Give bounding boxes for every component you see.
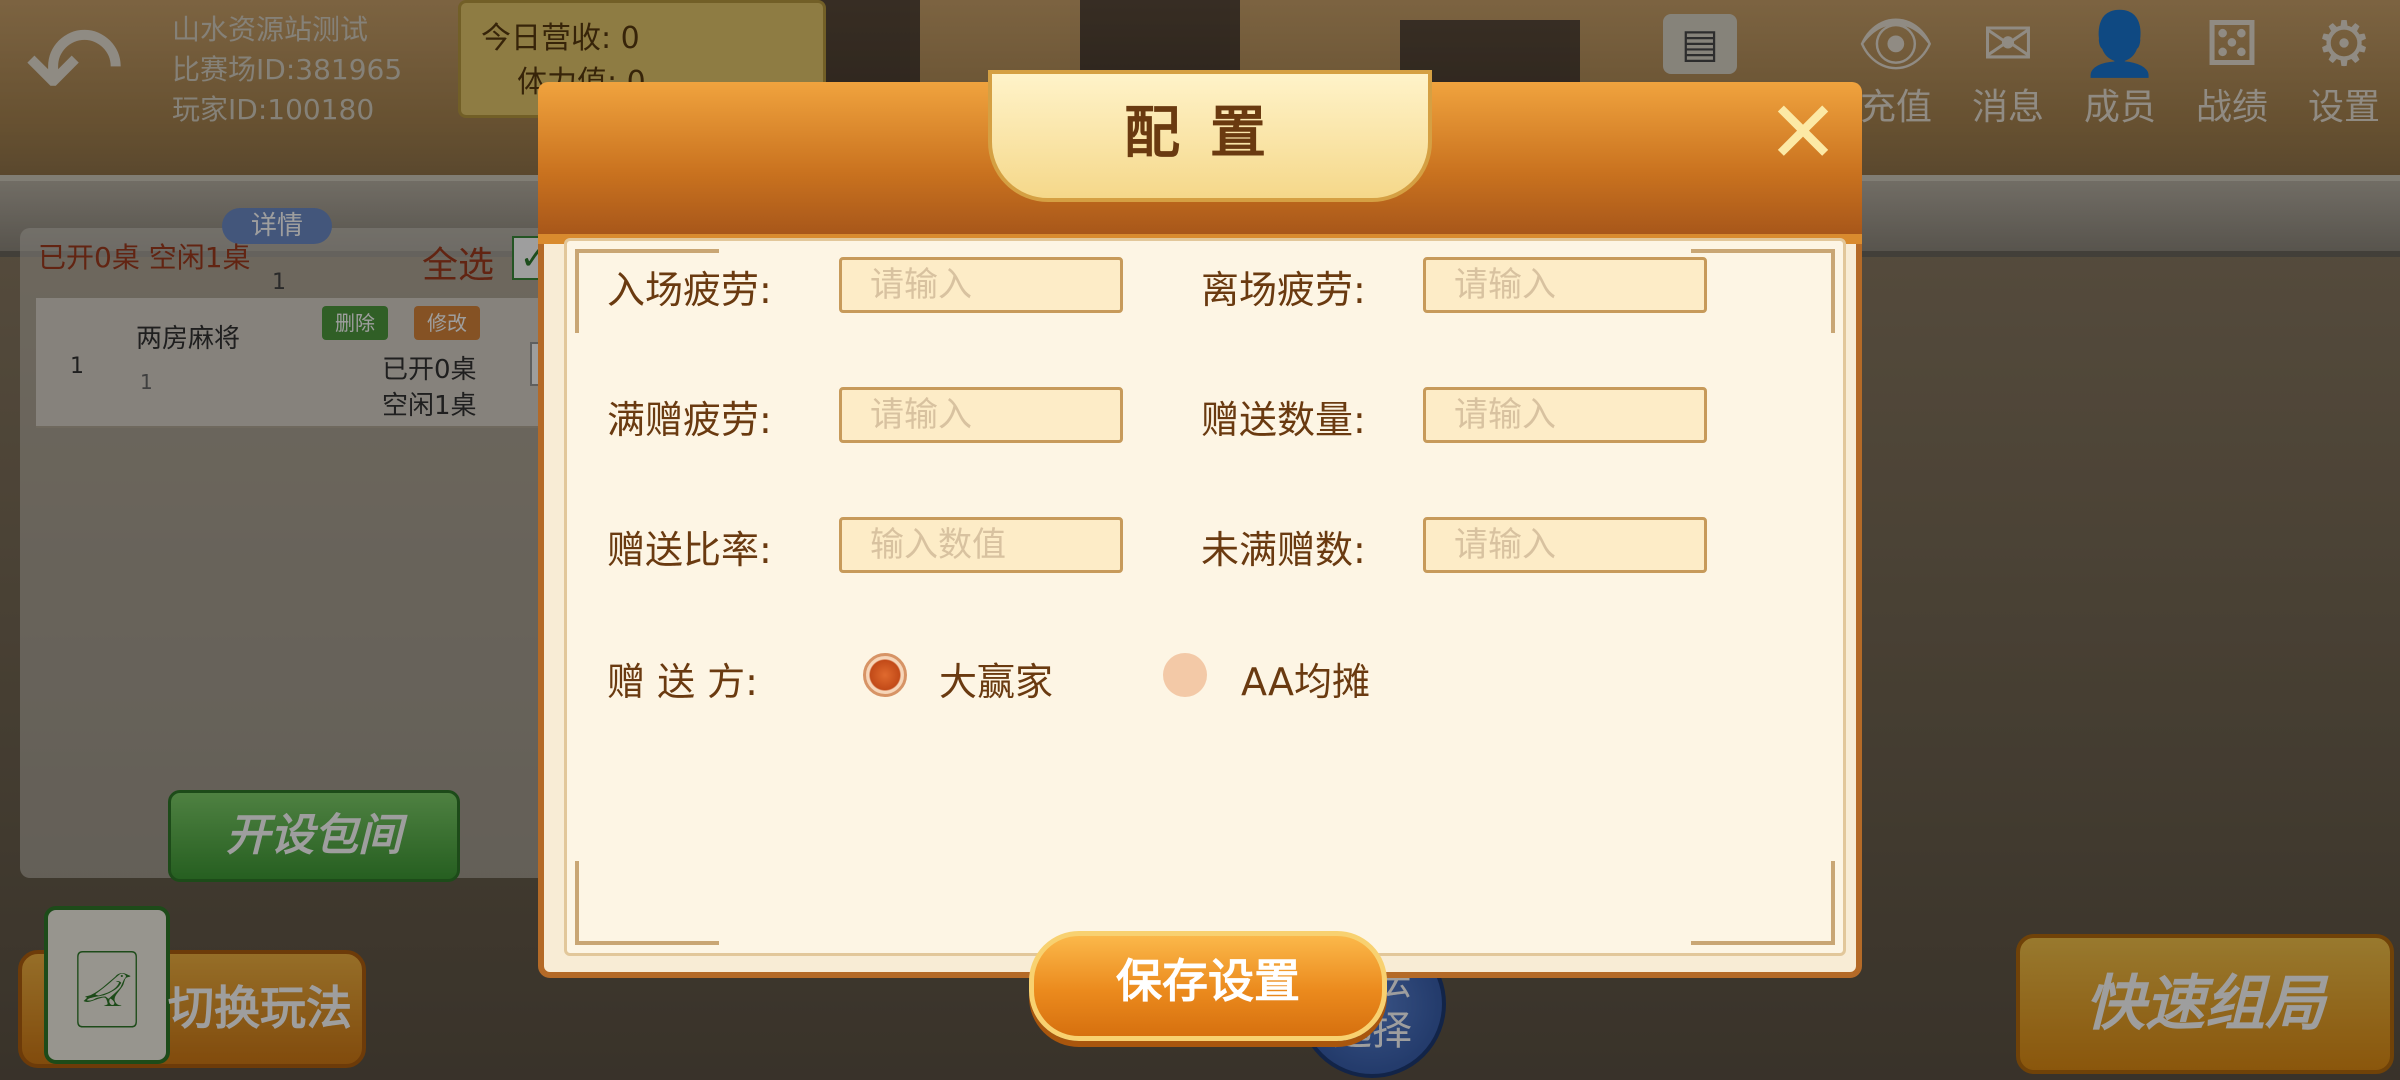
gift-to-label: 赠 送 方: [607,660,758,704]
radio-big-winner[interactable] [863,653,907,697]
gift-amount-input[interactable] [1423,387,1707,443]
radio-aa-split[interactable] [1163,653,1207,697]
full-gift-fatigue-input[interactable] [839,387,1123,443]
dialog-body: 入场疲劳: 离场疲劳: 满赠疲劳: 赠送数量: 赠送比率: 未满赠数: 赠 送 … [564,238,1846,1041]
enter-fatigue-label: 入场疲劳: [607,268,772,312]
corner-ornament [1691,249,1835,333]
radio-big-winner-label[interactable]: 大赢家 [939,651,1053,706]
dialog-header: 配置 ✕ [538,70,1862,244]
gift-rate-label: 赠送比率: [607,528,772,572]
unfull-gift-input[interactable] [1423,517,1707,573]
config-dialog: 配置 ✕ 入场疲劳: 离场疲劳: 满赠疲劳: 赠送数量: 赠送比率: 未满赠数:… [538,70,1862,1041]
leave-fatigue-input[interactable] [1423,257,1707,313]
radio-aa-split-label[interactable]: AA均摊 [1241,651,1370,706]
corner-ornament [1691,861,1835,945]
leave-fatigue-label: 离场疲劳: [1201,268,1366,312]
full-gift-fatigue-label: 满赠疲劳: [607,398,772,442]
gift-rate-input[interactable] [839,517,1123,573]
enter-fatigue-input[interactable] [839,257,1123,313]
close-icon[interactable]: ✕ [1762,90,1844,176]
unfull-gift-label: 未满赠数: [1201,528,1366,572]
title-plate: 配置 [988,70,1432,202]
save-settings-button[interactable]: 保存设置 [1029,931,1387,1041]
gift-amount-label: 赠送数量: [1201,398,1366,442]
dialog-title: 配置 [1124,101,1296,166]
corner-ornament [575,861,719,945]
